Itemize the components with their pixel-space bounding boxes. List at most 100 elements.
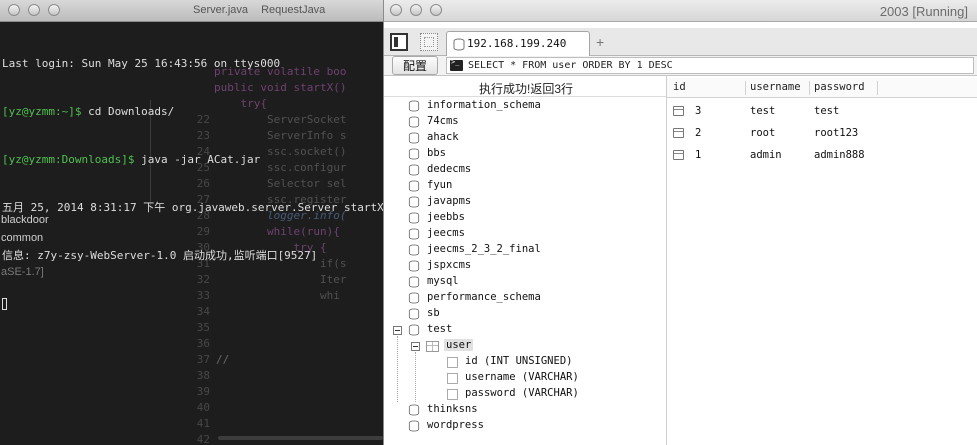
config-button[interactable]: 配置 [392,56,438,75]
tree-db-fyun[interactable]: fyun [384,178,664,194]
tree-db-jeecms-2-3-2-final[interactable]: jeecms_2_3_2_final [384,242,664,258]
close-window-button[interactable] [390,4,402,16]
column-header-id[interactable]: id [673,81,692,93]
column-icon [447,389,458,400]
column-header-password[interactable]: password [814,81,871,93]
column-icon [447,357,458,368]
tree-table-user[interactable]: user [384,338,664,354]
tree-db-information-schema[interactable]: information_schema [384,98,664,114]
tree-db-jeecms[interactable]: jeecms [384,226,664,242]
tab-connection[interactable]: 192.168.199.240 [446,31,590,56]
divider [384,96,666,97]
tree-node-label: performance_schema [427,291,541,303]
tree-node-label: information_schema [427,99,541,111]
editor-tab-server[interactable]: Server.java [193,4,248,16]
database-icon [408,292,420,304]
database-icon [408,116,420,128]
row-icon [673,106,684,116]
terminal-titlebar: Server.java RequestJava [0,0,383,22]
database-icon [408,100,420,112]
tree-db-bbs[interactable]: bbs [384,146,664,162]
ghost-line-number: 42 [196,433,210,445]
toggle-sidebar-button[interactable] [390,33,408,51]
ghost-comment: // [216,353,230,366]
terminal-line: Last login: Sun May 25 16:43:56 on ttys0… [2,57,281,70]
collapse-toggle[interactable] [411,342,420,351]
database-icon [408,180,420,192]
table-cell-id: 2 [695,127,702,139]
column-header-username[interactable]: username [750,81,807,93]
terminal-output: Last login: Sun May 25 16:43:56 on ttys0… [2,24,383,344]
terminal-line: 五月 25, 2014 8:31:17 下午 org.javaweb.serve… [2,201,383,214]
tree-db-performance-schema[interactable]: performance_schema [384,290,664,306]
tree-node-label: jeecms_2_3_2_final [427,243,541,255]
terminal-line: [yz@yzmm:~]$ cd Downloads/ [2,104,382,120]
tree-node-label: fyun [427,179,453,191]
tree-db-sb[interactable]: sb [384,306,664,322]
ghost-line-number: 39 [196,385,210,398]
tree-db-mysql[interactable]: mysql [384,274,664,290]
database-icon [453,38,465,51]
column-icon [447,373,458,384]
table-row[interactable]: 1 admin admin888 [667,145,977,167]
tree-column[interactable]: username (VARCHAR) [384,370,664,386]
table-cell-id: 1 [695,149,702,161]
tree-column[interactable]: id (INT UNSIGNED) [384,354,664,370]
shell-command: cd Downloads/ [81,105,175,118]
collapse-toggle[interactable] [393,326,402,335]
tree-node-label: jspxcms [427,259,472,271]
ghost-line-number: 41 [196,417,210,430]
tree-db-jeebbs[interactable]: jeebbs [384,210,664,226]
sql-input[interactable]: SELECT * FROM user ORDER BY 1 DESC [446,57,974,74]
tree-node-label: sb [427,307,440,319]
table-cell-username: root [750,127,776,139]
zoom-window-button[interactable] [430,4,442,16]
database-icon [408,244,420,256]
row-icon [673,150,684,160]
tree-db-test[interactable]: test [384,322,664,338]
add-tab-button[interactable]: + [596,34,604,50]
tree-db-dedecms[interactable]: dedecms [384,162,664,178]
table-row[interactable]: 3 test test [667,101,977,123]
tree-node-label: 74cms [427,115,459,127]
terminal-line: [yz@yzmm:Downloads]$ java -jar ACat.jar [2,152,382,168]
table-cell-password: root123 [814,127,859,139]
query-bar: 配置 SELECT * FROM user ORDER BY 1 DESC [384,56,977,76]
shell-prompt: [yz@yzmm:~]$ [2,105,82,118]
new-window-button[interactable] [420,33,438,51]
terminal-window[interactable]: Server.java RequestJava 22 23 24 25 26 27 28 29… [0,0,383,445]
tree-db-javapms[interactable]: javapms [384,194,664,210]
terminal-cursor[interactable] [2,298,7,310]
database-icon [408,420,420,432]
table-cell-id: 3 [695,105,702,117]
database-icon [408,132,420,144]
tree-db-wordpress[interactable]: wordpress [384,418,664,434]
table-cell-password: admin888 [814,149,865,161]
tree-node-label: ahack [427,131,459,143]
tree-node-label: dedecms [427,163,472,175]
tree-node-label: username (VARCHAR) [465,371,579,383]
horizontal-scrollbar[interactable] [218,436,383,440]
zoom-window-button[interactable] [48,4,60,16]
column-divider[interactable] [745,81,746,95]
tree-db-74cms[interactable]: 74cms [384,114,664,130]
db-client-window[interactable]: 2003 [Running] 192.168.199.240 + 配置 SELE… [383,0,977,445]
database-icon [408,260,420,272]
column-divider[interactable] [877,81,878,95]
tree-node-label: bbs [427,147,446,159]
close-window-button[interactable] [8,4,20,16]
terminal-line: 信息: z7y-zsy-WebServer-1.0 启动成功,监听端口[9527… [2,249,318,262]
editor-tab-request[interactable]: RequestJava [261,4,325,16]
tree-db-jspxcms[interactable]: jspxcms [384,258,664,274]
minimize-window-button[interactable] [28,4,40,16]
column-divider[interactable] [809,81,810,95]
database-icon [408,196,420,208]
tree-node-label: id (INT UNSIGNED) [465,355,573,367]
minimize-window-button[interactable] [410,4,422,16]
tree-connector [415,352,416,402]
table-row[interactable]: 2 root root123 [667,123,977,145]
tree-db-thinksns[interactable]: thinksns [384,402,664,418]
tree-column[interactable]: password (VARCHAR) [384,386,664,402]
tree-node-label: wordpress [427,419,484,431]
tree-db-ahack[interactable]: ahack [384,130,664,146]
